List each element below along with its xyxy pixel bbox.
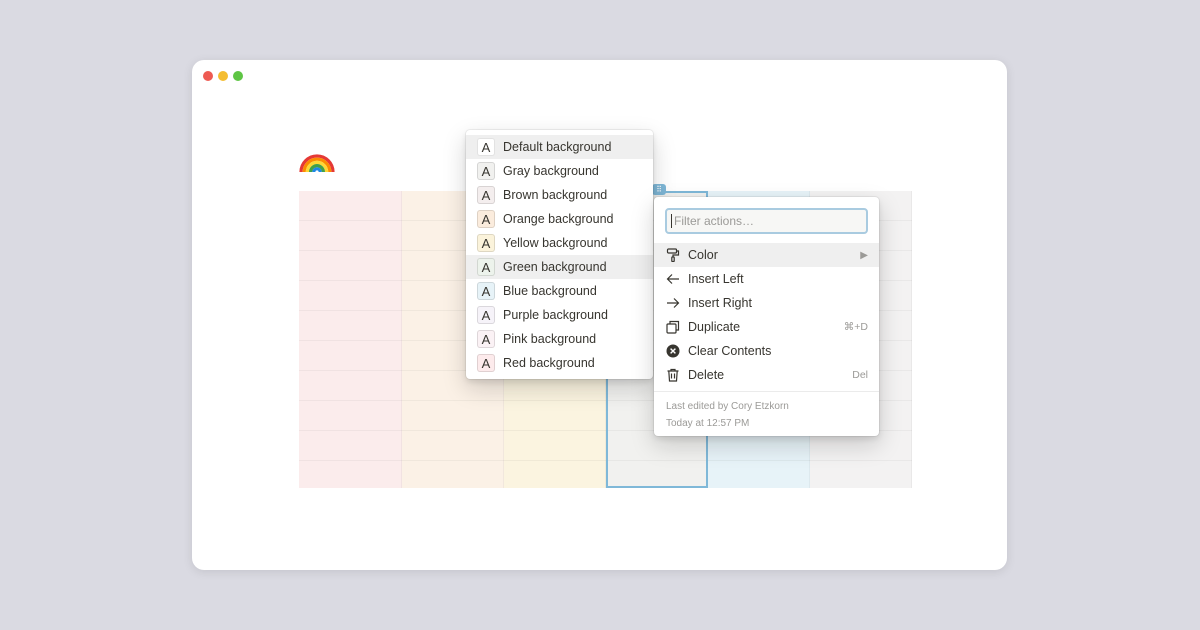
color-option-brown[interactable]: A Brown background [466,183,653,207]
maximize-window-icon[interactable] [233,71,243,81]
delete-action[interactable]: Delete Del [654,363,879,387]
color-option-label: Purple background [503,308,608,322]
insert-left-action[interactable]: Insert Left [654,267,879,291]
swatch-icon: A [477,258,495,276]
close-window-icon[interactable] [203,71,213,81]
shortcut-label: Del [852,369,868,381]
color-option-label: Orange background [503,212,614,226]
paint-roller-icon [665,247,681,263]
menu-divider [654,391,879,392]
last-edited-by: Last edited by Cory Etzkorn [666,401,789,412]
color-option-label: Green background [503,260,607,274]
duplicate-action[interactable]: Duplicate ⌘+D [654,315,879,339]
last-edited-info: Last edited by Cory Etzkorn Today at 12:… [666,398,789,432]
color-option-gray[interactable]: A Gray background [466,159,653,183]
insert-right-action[interactable]: Insert Right [654,291,879,315]
color-action[interactable]: Color ▶ [654,243,879,267]
swatch-icon: A [477,330,495,348]
swatch-icon: A [477,210,495,228]
clear-icon [665,343,681,359]
swatch-icon: A [477,138,495,156]
action-label: Color [688,248,718,262]
color-option-orange[interactable]: A Orange background [466,207,653,231]
action-label: Insert Right [688,296,752,310]
action-label: Clear Contents [688,344,772,358]
swatch-icon: A [477,234,495,252]
color-option-yellow[interactable]: A Yellow background [466,231,653,255]
submenu-arrow-icon: ▶ [860,249,868,261]
color-submenu: A Default background A Gray background A… [466,130,653,379]
color-option-label: Pink background [503,332,597,346]
color-option-label: Default background [503,140,612,154]
clear-contents-action[interactable]: Clear Contents [654,339,879,363]
color-option-pink[interactable]: A Pink background [466,327,653,351]
action-label: Insert Left [688,272,744,286]
color-option-label: Yellow background [503,236,608,250]
swatch-icon: A [477,186,495,204]
last-edited-time: Today at 12:57 PM [666,418,750,429]
minimize-window-icon[interactable] [218,71,228,81]
text-caret [671,214,672,228]
column-action-menu: Filter actions… Color ▶ Insert Left Inse… [654,197,879,436]
table-column[interactable] [299,191,402,488]
rainbow-icon[interactable] [299,138,335,174]
shortcut-label: ⌘+D [843,321,868,333]
color-option-label: Brown background [503,188,608,202]
column-drag-handle-icon[interactable]: ⠿ [652,184,666,195]
action-list: Color ▶ Insert Left Insert Right Duplica… [654,243,879,387]
color-option-green[interactable]: A Green background [466,255,653,279]
action-label: Delete [688,368,725,382]
action-label: Duplicate [688,320,741,334]
filter-placeholder: Filter actions… [674,214,755,228]
window-controls [203,71,243,81]
swatch-icon: A [477,282,495,300]
color-option-purple[interactable]: A Purple background [466,303,653,327]
swatch-icon: A [477,354,495,372]
color-option-label: Gray background [503,164,599,178]
color-option-label: Red background [503,356,595,370]
swatch-icon: A [477,306,495,324]
arrow-left-icon [665,271,681,287]
color-option-default[interactable]: A Default background [466,135,653,159]
color-option-label: Blue background [503,284,597,298]
color-option-blue[interactable]: A Blue background [466,279,653,303]
filter-actions-input[interactable]: Filter actions… [665,208,868,234]
color-option-red[interactable]: A Red background [466,351,653,375]
trash-icon [665,367,681,383]
swatch-icon: A [477,162,495,180]
arrow-right-icon [665,295,681,311]
app-window: ⠿ A Default background A Gray background… [192,60,1007,570]
duplicate-icon [665,319,681,335]
